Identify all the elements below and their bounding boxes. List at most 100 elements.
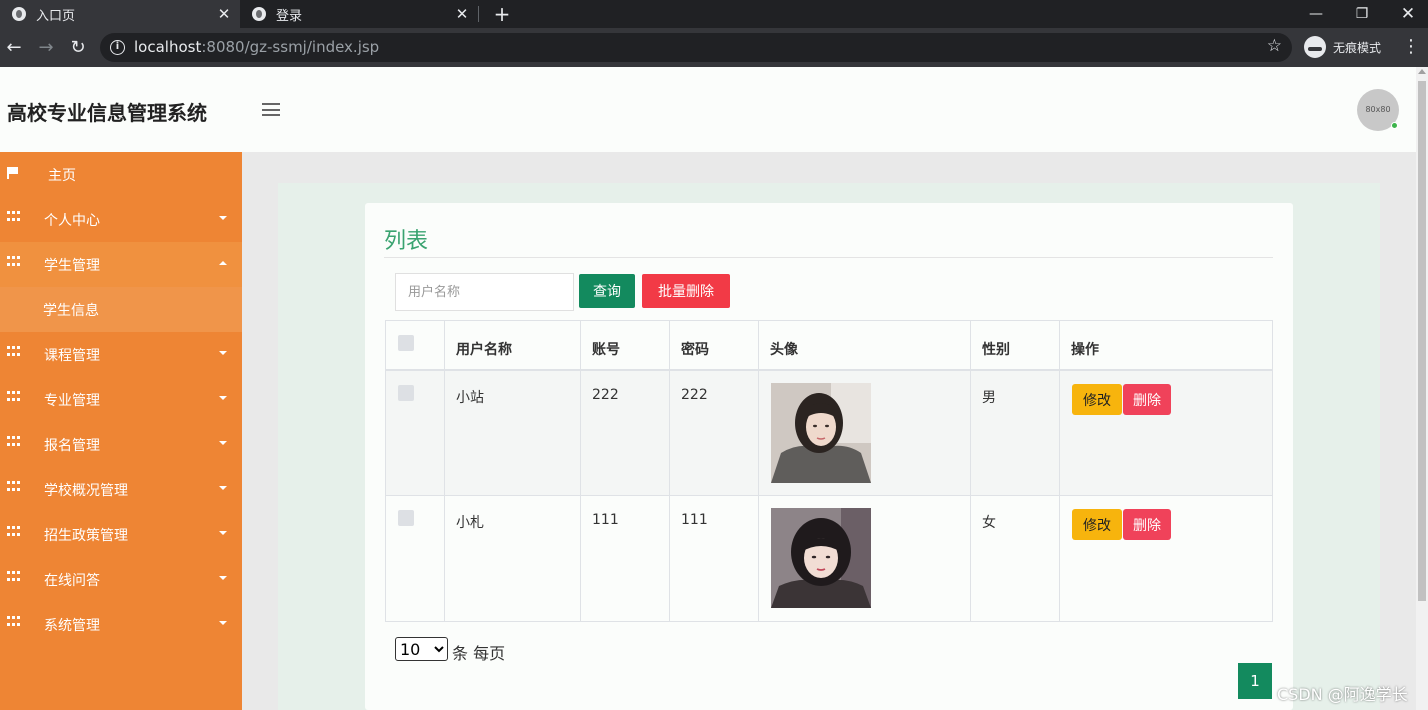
row-checkbox[interactable] <box>398 510 414 526</box>
chevron-down-icon <box>219 621 227 625</box>
incognito-indicator[interactable]: 无痕模式 <box>1304 34 1381 60</box>
grid-icon <box>7 211 20 223</box>
sidebar-item-school-overview[interactable]: 学校概况管理 <box>0 467 242 512</box>
column-header: 操作 <box>1071 342 1099 358</box>
sidebar: 主页 个人中心 学生管理 学生信息 课程管理 专业管理 报名管理 学校概况管理 … <box>0 152 242 710</box>
browser-tab-bar: 入口页 ✕ 登录 ✕ + — ❐ ✕ <box>0 0 1428 28</box>
browser-toolbar: ← → ↻ i localhost:8080/gz-ssmj/index.jsp… <box>0 28 1428 67</box>
back-button[interactable]: ← <box>2 36 26 60</box>
chevron-down-icon <box>219 441 227 445</box>
watermark: CSDN @阿逸学长 <box>1277 685 1408 704</box>
edit-button[interactable]: 修改 <box>1072 509 1122 540</box>
tab-separator <box>478 6 479 22</box>
reload-button[interactable]: ↻ <box>66 36 90 60</box>
page-button-current[interactable]: 1 <box>1238 663 1272 699</box>
select-all-checkbox[interactable] <box>398 335 414 351</box>
chevron-down-icon <box>219 396 227 400</box>
scroll-up-icon[interactable] <box>1418 69 1426 74</box>
search-input[interactable] <box>395 273 574 311</box>
sidebar-item-system-management[interactable]: 系统管理 <box>0 602 242 647</box>
grid-icon <box>7 481 20 493</box>
avatar-photo <box>771 383 871 483</box>
sidebar-item-label: 报名管理 <box>44 438 100 454</box>
data-table: 用户名称 账号 密码 头像 性别 操作 小站 222 222 男 修改 删除 小… <box>385 320 1273 622</box>
query-button[interactable]: 查询 <box>579 274 635 308</box>
close-tab-icon[interactable]: ✕ <box>452 5 472 23</box>
cell-gender: 女 <box>982 515 996 531</box>
app-header: 高校专业信息管理系统 80x80 <box>0 67 1416 152</box>
sidebar-item-label: 课程管理 <box>44 348 100 364</box>
avatar-photo <box>771 508 871 608</box>
sidebar-item-label: 个人中心 <box>44 213 100 229</box>
tab-title: 登录 <box>276 8 303 24</box>
page-title: 列表 <box>384 229 429 254</box>
sidebar-item-course-management[interactable]: 课程管理 <box>0 332 242 377</box>
grid-icon <box>7 391 20 403</box>
cell-password: 111 <box>681 512 708 528</box>
sidebar-item-student-management[interactable]: 学生管理 <box>0 242 242 287</box>
column-header: 密码 <box>681 342 709 358</box>
chevron-up-icon <box>219 261 227 265</box>
sidebar-item-label: 专业管理 <box>44 393 100 409</box>
chevron-down-icon <box>219 576 227 580</box>
grid-icon <box>7 526 20 538</box>
close-tab-icon[interactable]: ✕ <box>214 5 234 23</box>
sidebar-item-label: 主页 <box>48 168 76 184</box>
browser-menu-icon[interactable]: ⋮ <box>1402 36 1420 57</box>
table-row: 小札 111 111 女 修改 删除 <box>386 496 1272 621</box>
minimize-button[interactable]: — <box>1293 0 1339 28</box>
batch-delete-button[interactable]: 批量删除 <box>642 274 730 308</box>
column-header: 用户名称 <box>456 342 512 358</box>
sidebar-item-admission-policy[interactable]: 招生政策管理 <box>0 512 242 557</box>
page-scrollbar[interactable] <box>1416 67 1428 710</box>
address-bar[interactable]: i localhost:8080/gz-ssmj/index.jsp ☆ <box>100 33 1292 62</box>
site-info-icon[interactable]: i <box>110 40 125 55</box>
incognito-icon <box>1304 36 1326 58</box>
cell-gender: 男 <box>982 390 996 406</box>
url-path: :8080/gz-ssmj/index.jsp <box>201 38 380 56</box>
close-window-button[interactable]: ✕ <box>1385 0 1428 28</box>
list-card: 列表 查询 批量删除 用户名称 账号 密码 头像 性别 操作 小站 222 22… <box>365 203 1293 710</box>
cell-password: 222 <box>681 387 708 403</box>
edit-button[interactable]: 修改 <box>1072 384 1122 415</box>
restore-button[interactable]: ❐ <box>1339 0 1385 28</box>
sidebar-item-personal-center[interactable]: 个人中心 <box>0 197 242 242</box>
tab-title: 入口页 <box>36 8 76 24</box>
scrollbar-thumb[interactable] <box>1418 81 1426 601</box>
cell-account: 111 <box>592 512 619 528</box>
sidebar-item-home[interactable]: 主页 <box>0 152 242 197</box>
delete-button[interactable]: 删除 <box>1123 509 1171 540</box>
sidebar-subitem-student-info[interactable]: 学生信息 <box>0 287 242 332</box>
bookmark-star-icon[interactable]: ☆ <box>1267 36 1282 56</box>
table-header-row: 用户名称 账号 密码 头像 性别 操作 <box>386 321 1272 371</box>
globe-icon <box>12 7 26 21</box>
delete-button[interactable]: 删除 <box>1123 384 1171 415</box>
chevron-down-icon <box>219 216 227 220</box>
browser-tab-login[interactable]: 登录 ✕ <box>240 0 478 28</box>
grid-icon <box>7 346 20 358</box>
sidebar-item-online-qa[interactable]: 在线问答 <box>0 557 242 602</box>
sidebar-item-major-management[interactable]: 专业管理 <box>0 377 242 422</box>
column-header: 性别 <box>982 342 1010 358</box>
page-size-select[interactable]: 10 <box>395 637 448 661</box>
sidebar-item-enrollment-management[interactable]: 报名管理 <box>0 422 242 467</box>
flag-icon <box>7 167 19 179</box>
grid-icon <box>7 571 20 583</box>
incognito-label: 无痕模式 <box>1333 40 1382 55</box>
new-tab-button[interactable]: + <box>490 2 514 26</box>
cell-account: 222 <box>592 387 619 403</box>
column-header: 头像 <box>770 342 798 358</box>
url-text: localhost:8080/gz-ssmj/index.jsp <box>134 38 379 56</box>
row-checkbox[interactable] <box>398 385 414 401</box>
sidebar-item-label: 系统管理 <box>44 618 100 634</box>
cell-username: 小札 <box>456 515 484 531</box>
globe-icon <box>252 7 266 21</box>
cell-username: 小站 <box>456 390 484 406</box>
menu-toggle-icon[interactable] <box>262 103 280 116</box>
sidebar-item-label: 学生管理 <box>44 258 100 274</box>
grid-icon <box>7 436 20 448</box>
url-host: localhost <box>134 38 202 56</box>
online-status-dot <box>1391 122 1398 129</box>
browser-tab-entry[interactable]: 入口页 ✕ <box>0 0 240 28</box>
forward-button[interactable]: → <box>34 36 58 60</box>
